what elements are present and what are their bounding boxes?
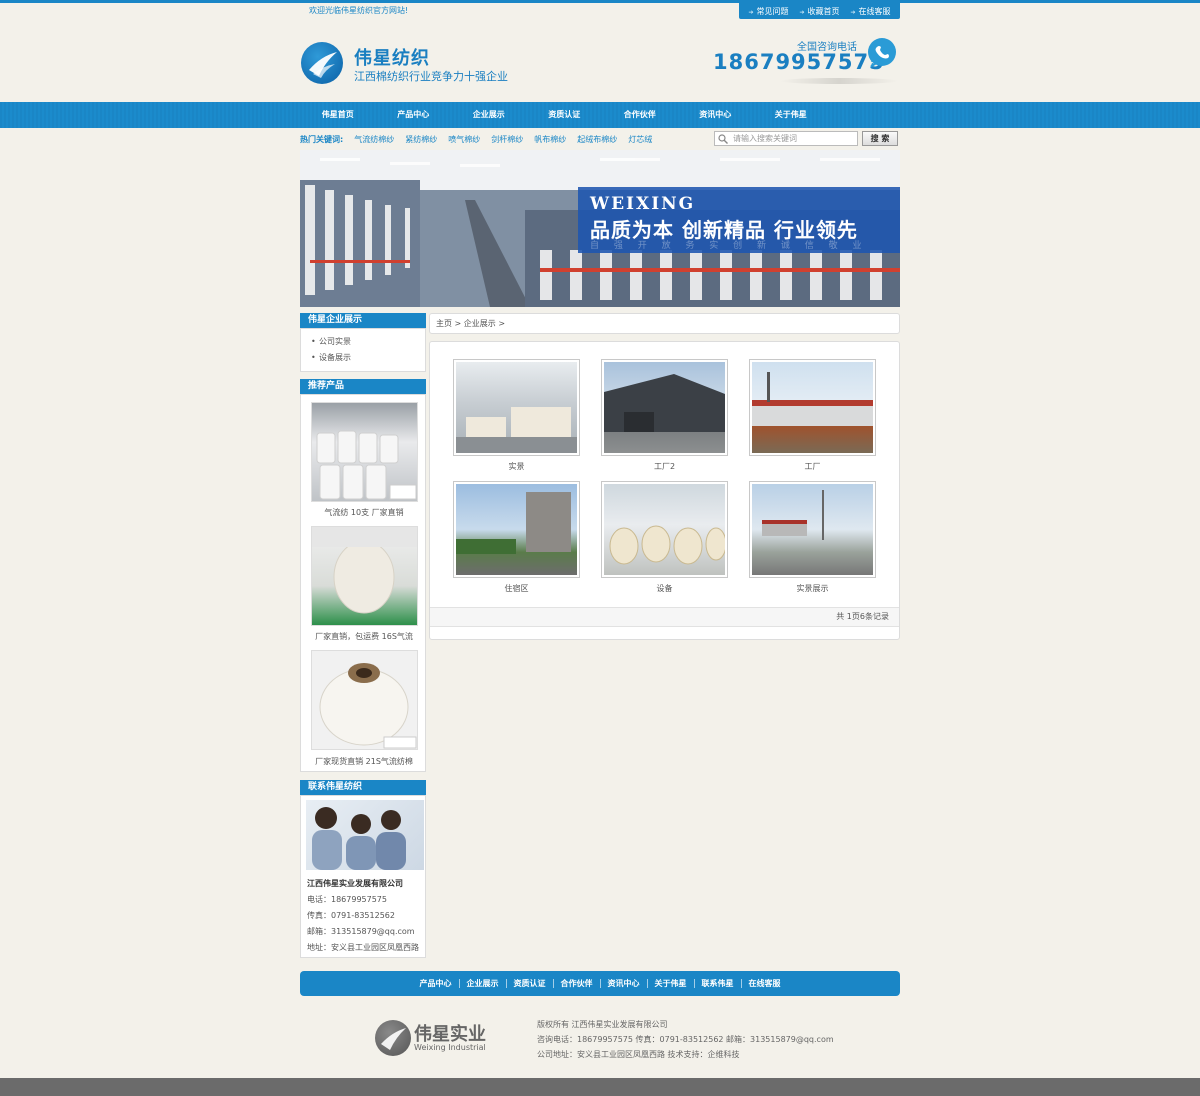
logo-icon[interactable] [301,42,343,84]
footer-nav: 产品中心 企业展示 资质认证 合作伙伴 资讯中心 关于伟星 联系伟星 在线客服 [300,971,900,996]
product-caption[interactable]: 气流纺 10支 厂家直销 [301,507,427,518]
hero-banner[interactable]: WEIXING 品质为本 创新精品 行业领先 自 强 开 放 务 实 创 新 诚… [300,150,900,307]
footer-nav-showcase[interactable]: 企业展示 [460,979,507,988]
nav-partners[interactable]: 合作伙伴 [602,102,678,128]
banner-english-title: WEIXING [590,194,696,214]
keyword-link[interactable]: 起绒布棉纱 [577,134,617,145]
keyword-link[interactable]: 紧纺棉纱 [405,134,437,145]
phone-shadow [780,78,898,84]
sidebar-contact-title: 联系伟星纺织 [300,780,426,795]
main-nav: 伟星首页 产品中心 企业展示 资质认证 合作伙伴 资讯中心 关于伟星 [300,102,900,128]
contact-tel: 电话：18679957575 [307,895,387,904]
footer-logo-icon [375,1020,411,1056]
sidebar-contact: 江西伟星实业发展有限公司 电话：18679957575 传真：0791-8351… [300,795,426,958]
gallery-caption[interactable]: 工厂2 [601,461,728,472]
gallery-caption[interactable]: 实景 [453,461,580,472]
footer-address: 公司地址：安义县工业园区凤凰西路 技术支持：企维科技 [537,1050,740,1059]
sidebar-showcase-title: 伟星企业展示 [300,313,426,328]
hot-keywords-label: 热门关键词: [300,135,344,144]
contact-info: 江西伟星实业发展有限公司 电话：18679957575 传真：0791-8351… [301,876,427,956]
gallery-caption[interactable]: 设备 [601,583,728,594]
faq-link[interactable]: 常见问题 [748,6,789,17]
top-links: 常见问题 收藏首页 在线客服 [739,3,900,19]
gallery-caption[interactable]: 工厂 [749,461,876,472]
footer-brand-en: Weixing Industrial [414,1043,486,1052]
footer-nav-certification[interactable]: 资质认证 [507,979,554,988]
search-button[interactable]: 搜 索 [862,131,898,146]
footer-nav-partners[interactable]: 合作伙伴 [554,979,601,988]
sidebar-products: 气流纺 10支 厂家直销 厂家直销，包运费 16S气流 厂家现货直销 21S气流… [300,394,426,772]
gallery-caption[interactable]: 住宿区 [453,583,580,594]
showcase-gallery: 实景 工厂2 工厂 住宿区 设备 实景展示 共 1页6条记录 [429,341,900,640]
gallery-thumb[interactable] [601,481,728,578]
pagination-info: 共 1页6条记录 [430,607,899,627]
product-image[interactable] [311,402,418,502]
footer-contacts: 咨询电话：18679957575 传真：0791-83512562 邮箱：313… [537,1035,834,1044]
product-image[interactable] [311,526,418,626]
footer-nav-products[interactable]: 产品中心 [413,979,460,988]
contact-fax: 传真：0791-83512562 [307,911,395,920]
gallery-thumb[interactable] [453,359,580,456]
contact-address: 地址：安义县工业园区凤凰西路 [307,943,419,952]
brand-name: 伟星纺织 [354,48,430,69]
top-accent-line [0,0,1200,3]
nav-home[interactable]: 伟星首页 [300,102,376,128]
product-image[interactable] [311,650,418,750]
footer-nav-about[interactable]: 关于伟星 [648,979,695,988]
nav-products[interactable]: 产品中心 [376,102,452,128]
product-caption[interactable]: 厂家直销，包运费 16S气流 [301,631,427,642]
online-service-link[interactable]: 在线客服 [850,6,891,17]
staff-photo [306,800,424,870]
gallery-caption[interactable]: 实景展示 [749,583,876,594]
banner-subtitle: 自 强 开 放 务 实 创 新 诚 信 敬 业 [590,241,868,251]
gallery-thumb[interactable] [749,359,876,456]
product-caption[interactable]: 厂家现货直销 21S气流纺棉 [301,756,427,767]
search-input[interactable]: 请输入搜索关键词 [714,131,858,146]
chat-bubble-icon [868,38,896,68]
bookmark-link[interactable]: 收藏首页 [799,6,840,17]
contact-email: 邮箱：313515879@qq.com [307,927,415,936]
footer-nav-news[interactable]: 资讯中心 [601,979,648,988]
footer-nav-service[interactable]: 在线客服 [742,979,788,988]
keyword-link[interactable]: 帆布棉纱 [534,134,566,145]
keyword-link[interactable]: 剑杆棉纱 [491,134,523,145]
footer-info: 版权所有 江西伟星实业发展有限公司 咨询电话：18679957575 传真：07… [537,1017,834,1062]
sidebar-item-equipment[interactable]: 设备展示 [301,350,425,366]
contact-company: 江西伟星实业发展有限公司 [307,879,403,888]
nav-about[interactable]: 关于伟星 [753,102,829,128]
gallery-thumb[interactable] [601,359,728,456]
breadcrumb[interactable]: 主页 > 企业展示 > [429,313,900,334]
search-icon [718,134,728,144]
keyword-link[interactable]: 喷气棉纱 [448,134,480,145]
sidebar-item-company[interactable]: 公司实景 [301,334,425,350]
keyword-link[interactable]: 灯芯绒 [628,134,652,145]
sidebar-showcase-links: 公司实景 设备展示 [300,328,426,372]
gallery-thumb[interactable] [453,481,580,578]
nav-news[interactable]: 资讯中心 [678,102,754,128]
footer-copyright: 版权所有 江西伟星实业发展有限公司 [537,1020,668,1029]
keyword-link[interactable]: 气流纺棉纱 [354,134,394,145]
nav-showcase[interactable]: 企业展示 [451,102,527,128]
gallery-thumb[interactable] [749,481,876,578]
sidebar-products-title: 推荐产品 [300,379,426,394]
footer-nav-contact[interactable]: 联系伟星 [695,979,742,988]
nav-certification[interactable]: 资质认证 [527,102,603,128]
hot-keywords: 热门关键词: 气流纺棉纱 紧纺棉纱 喷气棉纱 剑杆棉纱 帆布棉纱 起绒布棉纱 灯… [300,134,652,145]
hotline-number: 18679957575 [713,50,885,74]
brand-slogan: 江西棉纺织行业竞争力十强企业 [354,70,508,83]
bottom-bar [0,1078,1200,1096]
welcome-text: 欢迎光临伟星纺织官方网站! [309,6,409,15]
